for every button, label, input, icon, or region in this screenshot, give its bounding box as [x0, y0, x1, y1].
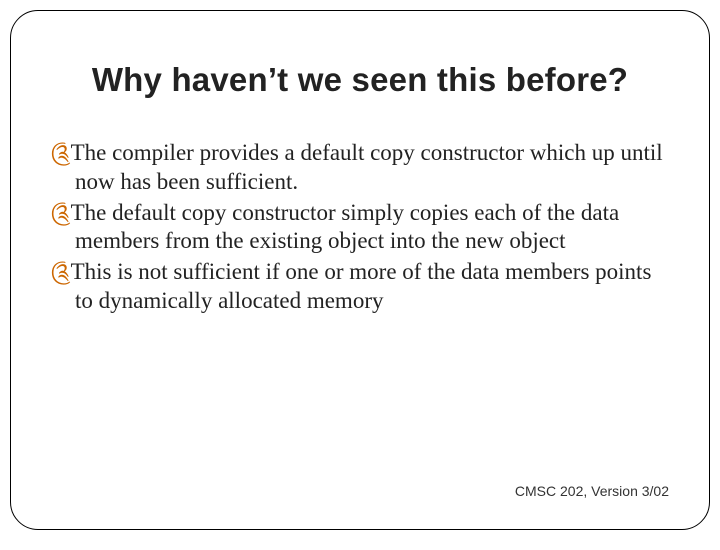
bullet-list: ༊The compiler provides a default copy co… [51, 139, 669, 316]
slide-footer: CMSC 202, Version 3/02 [515, 483, 669, 499]
list-item: ༊The compiler provides a default copy co… [51, 139, 669, 197]
slide-frame: Why haven’t we seen this before? ༊The co… [10, 10, 710, 530]
bullet-text: The default copy constructor simply copi… [71, 200, 620, 254]
bullet-icon: ༊ [51, 200, 71, 225]
list-item: ༊The default copy constructor simply cop… [51, 199, 669, 257]
bullet-icon: ༊ [51, 140, 71, 165]
bullet-text: The compiler provides a default copy con… [71, 140, 663, 194]
bullet-text: This is not sufficient if one or more of… [71, 259, 652, 313]
list-item: ༊This is not sufficient if one or more o… [51, 258, 669, 316]
bullet-icon: ༊ [51, 259, 71, 284]
slide-title: Why haven’t we seen this before? [51, 61, 669, 99]
